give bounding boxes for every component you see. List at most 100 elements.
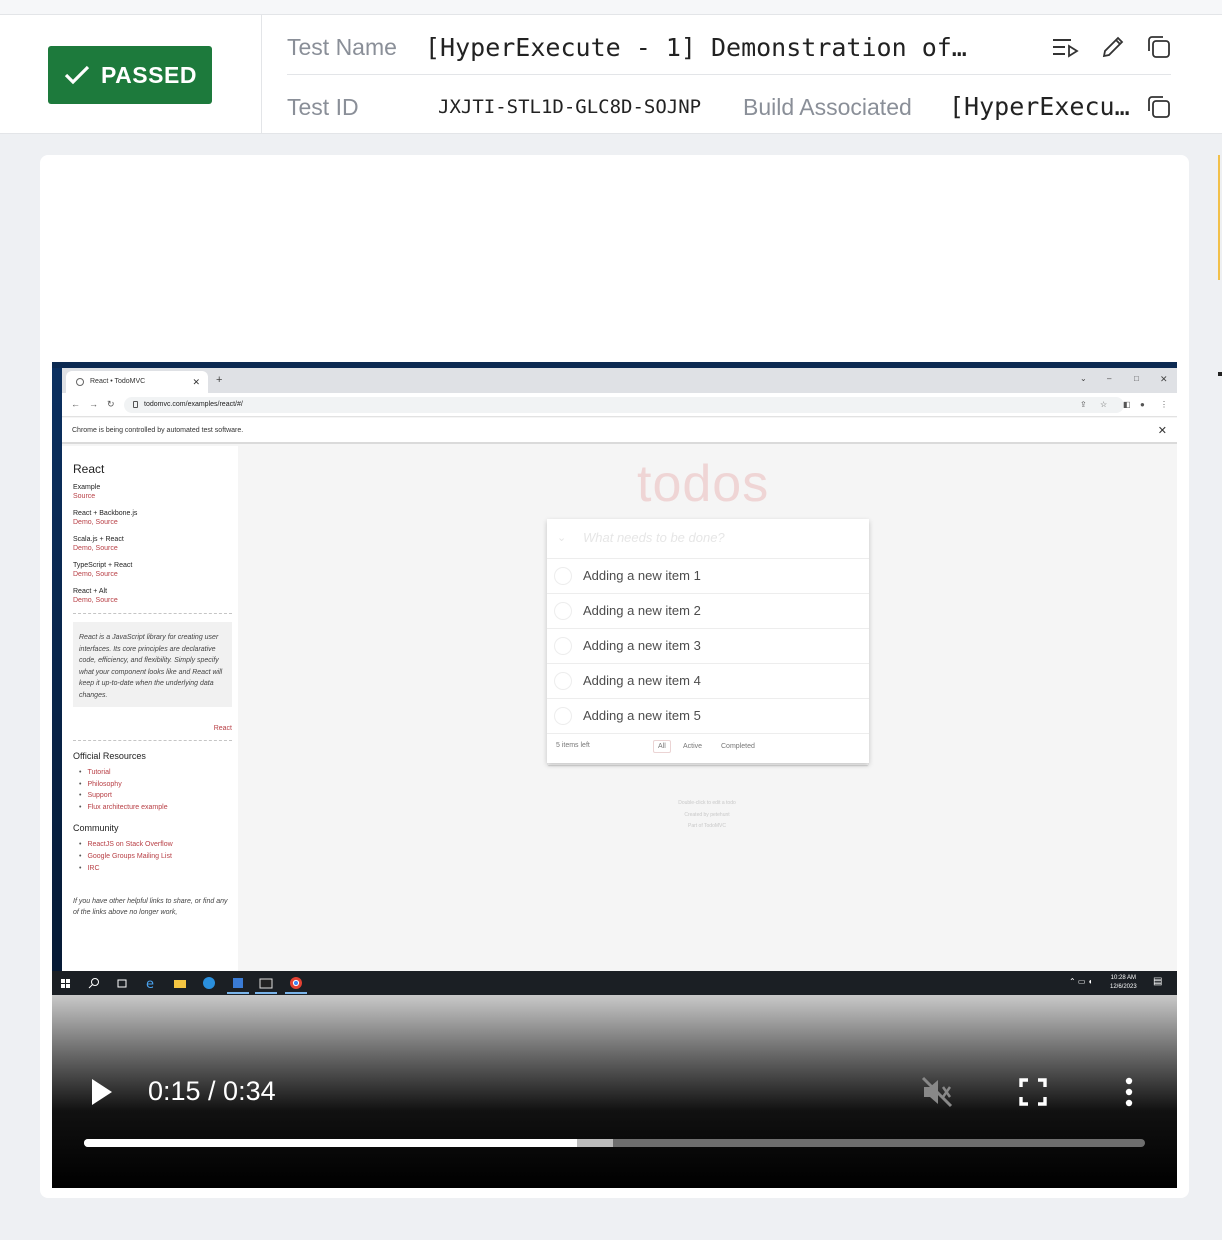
- muted-volume-icon[interactable]: [920, 1075, 954, 1109]
- todo-label: Adding a new item 3: [583, 638, 701, 653]
- sidebar-footer-text: If you have other helpful links to share…: [73, 898, 228, 917]
- todo-label: Adding a new item 4: [583, 673, 701, 688]
- build-associated-value[interactable]: [HyperExecut…: [949, 92, 1139, 121]
- example-name: TypeScript + React: [73, 562, 133, 569]
- todo-info: Double-click to edit a todo Created by p…: [637, 798, 777, 833]
- passed-badge: PASSED: [48, 46, 212, 104]
- example-item: TypeScript + React Demo, Source: [73, 561, 238, 579]
- example-name: Scala.js + React: [73, 536, 124, 543]
- todo-item: Adding a new item 1: [547, 559, 869, 594]
- official-link: Support: [79, 790, 238, 802]
- task-view-icon: [117, 979, 127, 988]
- top-strip: [0, 0, 1222, 15]
- checkmark-icon: [64, 65, 90, 85]
- community-links: ReactJS on Stack OverflowGoogle Groups M…: [73, 839, 238, 874]
- ie-icon: e: [146, 977, 154, 990]
- automation-infobar: Chrome is being controlled by automated …: [62, 418, 1177, 444]
- new-todo-input: ⌄ What needs to be done?: [547, 519, 869, 559]
- test-header: PASSED Test Name [HyperExecute - 1] Demo…: [0, 15, 1222, 134]
- back-icon: ←: [71, 399, 80, 409]
- played-bar: [84, 1139, 578, 1147]
- active-indicator: [255, 992, 277, 994]
- todo-footer: 5 items left All Active Completed: [547, 734, 869, 761]
- lock-icon: [133, 401, 138, 408]
- new-tab-icon: +: [216, 374, 223, 386]
- items-left-count: 5 items left: [556, 742, 590, 749]
- info-line: Double-click to edit a todo: [678, 800, 736, 806]
- example-item: React + Alt Demo, Source: [73, 587, 238, 605]
- play-icon[interactable]: [90, 1078, 114, 1106]
- svg-text:e: e: [146, 977, 154, 990]
- test-video-player[interactable]: React • TodoMVC ✕ + ⌄ – □ ✕ ← → ↻ todomv…: [52, 362, 1177, 1188]
- copy-build-icon[interactable]: [1145, 93, 1173, 121]
- official-resources-title: Official Resources: [73, 751, 146, 761]
- sidebar-title: React: [73, 462, 105, 476]
- toggle-all-icon: ⌄: [557, 532, 567, 544]
- automation-notice: Chrome is being controlled by automated …: [72, 427, 244, 434]
- todo-item: Adding a new item 3: [547, 629, 869, 664]
- todo-item: Adding a new item 4: [547, 664, 869, 699]
- video-time: 0:15 / 0:34: [148, 1076, 276, 1106]
- todo-item: Adding a new item 2: [547, 594, 869, 629]
- example-item: React + Backbone.js Demo, Source: [73, 509, 238, 527]
- divider: [73, 613, 232, 614]
- chevron-down-icon: ⌄: [1080, 374, 1087, 383]
- video-progress-bar[interactable]: [84, 1139, 1145, 1147]
- active-indicator: [285, 992, 307, 994]
- star-icon: ☆: [1100, 400, 1108, 409]
- scroll-dot: [1218, 372, 1222, 376]
- todomvc-page: React Example Source React + Backbone.js De…: [62, 446, 1177, 971]
- more-options-icon[interactable]: [1112, 1075, 1146, 1109]
- status-label: PASSED: [101, 61, 197, 88]
- test-id-label: Test ID: [287, 94, 359, 120]
- video-frame: React • TodoMVC ✕ + ⌄ – □ ✕ ← → ↻ todomv…: [52, 362, 1177, 995]
- todo-app: ⌄ What needs to be done? Adding a new it…: [547, 519, 869, 763]
- share-icon: ⇪: [1080, 400, 1087, 409]
- profile-icon: ●: [1140, 400, 1145, 409]
- taskbar-clock: 10:28 AM 12/6/2023: [1110, 974, 1137, 992]
- todo-checkbox: [554, 567, 572, 585]
- browser-tab: React • TodoMVC ✕: [66, 371, 208, 393]
- test-name-value: [HyperExecute - 1] Demonstration of …: [425, 33, 970, 62]
- playlist-icon[interactable]: [1051, 34, 1079, 62]
- tab-close-icon: ✕: [192, 377, 200, 387]
- scroll-marker: [1218, 155, 1220, 280]
- address-bar: todomvc.com/examples/react/#/: [124, 397, 1124, 413]
- official-link: Flux architecture example: [79, 802, 238, 814]
- example-name: React + Alt: [73, 588, 108, 595]
- community-link: ReactJS on Stack Overflow: [79, 839, 238, 851]
- browser-toolbar: ← → ↻ todomvc.com/examples/react/#/ ⇪ ☆ …: [62, 393, 1177, 417]
- todo-checkbox: [554, 707, 572, 725]
- official-link: Tutorial: [79, 767, 238, 779]
- test-id-row: Test ID JXJTI-STL1D-GLC8D-SOJNP Build As…: [287, 75, 1171, 134]
- example-links: Demo, Source: [73, 519, 118, 526]
- example-name: Example: [73, 484, 101, 491]
- desktop-strip: [52, 368, 62, 971]
- example-name: React + Backbone.js: [73, 510, 138, 517]
- forward-icon: →: [89, 399, 98, 409]
- copy-icon[interactable]: [1145, 33, 1173, 61]
- quote-block: React is a JavaScript library for creati…: [73, 622, 232, 707]
- todo-label: Adding a new item 1: [583, 568, 701, 583]
- info-line: Created by petehunt: [684, 811, 730, 818]
- todo-checkbox: [554, 672, 572, 690]
- todo-list: Adding a new item 1 Adding a new item 2 Ad…: [547, 559, 869, 734]
- app-icon: [233, 978, 243, 988]
- sidepanel-icon: ◧: [1123, 400, 1131, 409]
- minimize-icon: –: [1107, 374, 1112, 383]
- test-info: Test Name [HyperExecute - 1] Demonstrati…: [287, 15, 1171, 134]
- build-associated-label: Build Associated: [743, 94, 912, 120]
- community-title: Community: [73, 823, 119, 834]
- todos-title: todos: [637, 455, 770, 513]
- community-link: Google Groups Mailing List: [79, 851, 238, 863]
- edit-pencil-icon[interactable]: [1099, 33, 1127, 61]
- filter-completed: Completed: [721, 743, 755, 750]
- chrome-icon: [290, 977, 302, 989]
- learn-sidebar: React Example Source React + Backbone.js De…: [62, 446, 238, 971]
- example-item: Example Source: [73, 483, 238, 501]
- windows-start-icon: [61, 979, 70, 988]
- tab-title: React • TodoMVC: [90, 378, 146, 385]
- example-links: Demo, Source: [73, 597, 118, 604]
- fullscreen-icon[interactable]: [1016, 1075, 1050, 1109]
- browser-window: React • TodoMVC ✕ + ⌄ – □ ✕ ← → ↻ todomv…: [62, 368, 1177, 971]
